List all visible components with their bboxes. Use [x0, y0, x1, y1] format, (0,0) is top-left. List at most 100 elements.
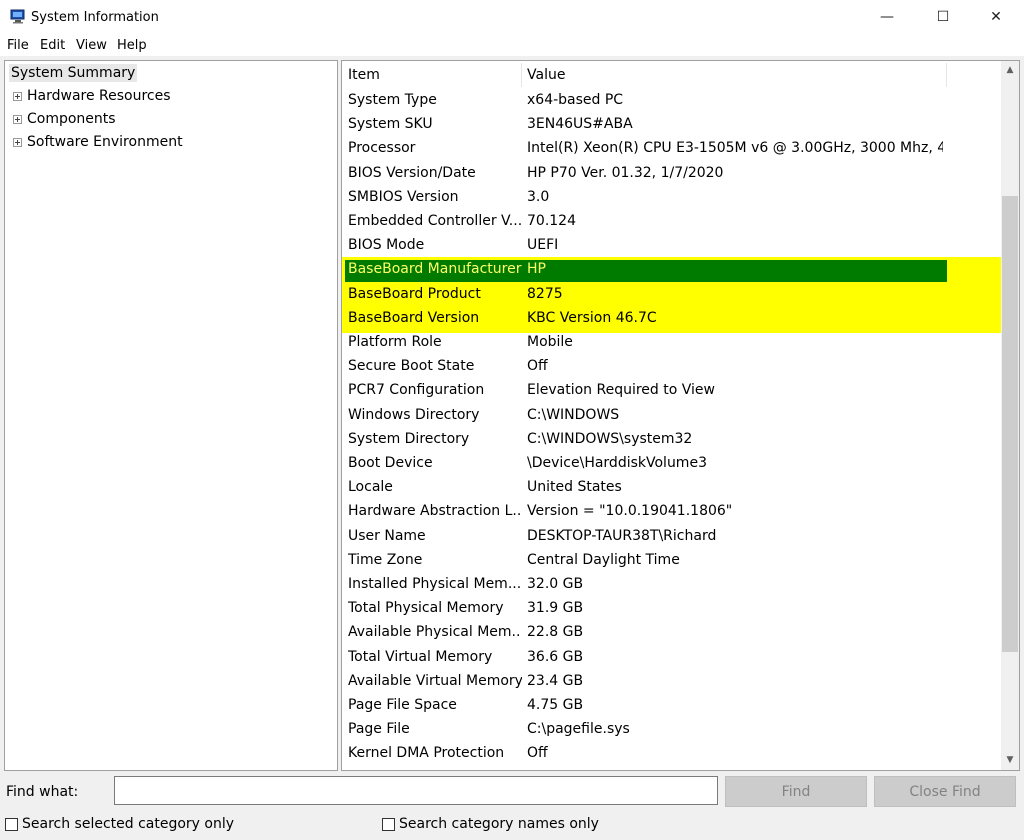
- scroll-up-icon[interactable]: ▲: [1001, 61, 1019, 79]
- table-row[interactable]: Embedded Controller V... 70.124: [342, 210, 1001, 234]
- row-item: Available Physical Mem...: [348, 624, 522, 641]
- row-item: BaseBoard Manufacturer: [348, 261, 522, 278]
- tree-item-label: Components: [27, 111, 116, 127]
- category-tree: System Summary Hardware Resources Compon…: [4, 60, 338, 771]
- table-row[interactable]: User Name DESKTOP-TAUR38T\Richard: [342, 525, 1001, 549]
- table-row[interactable]: Processor Intel(R) Xeon(R) CPU E3-1505M v…: [342, 137, 1001, 161]
- expand-icon[interactable]: [13, 137, 22, 147]
- menu-edit[interactable]: Edit: [40, 38, 65, 53]
- row-item: Boot Device: [348, 455, 433, 471]
- close-icon: ✕: [990, 9, 1002, 25]
- row-value: C:\WINDOWS\system32: [527, 430, 693, 447]
- row-item: System Directory: [348, 430, 470, 447]
- column-header-value[interactable]: Value: [527, 67, 565, 83]
- find-what-label: Find what:: [6, 784, 79, 800]
- table-row[interactable]: BaseBoard Manufacturer HP: [342, 258, 1001, 282]
- table-row[interactable]: System Type x64-based PC: [342, 89, 1001, 113]
- menu-help[interactable]: Help: [117, 38, 147, 53]
- table-row[interactable]: Kernel DMA Protection Off: [342, 742, 1001, 766]
- row-value: C:\WINDOWS: [527, 406, 620, 423]
- row-item: System Type: [348, 92, 437, 108]
- tree-item-label: Hardware Resources: [27, 88, 171, 104]
- search-selected-category-checkbox[interactable]: Search selected category only: [5, 816, 234, 832]
- table-row[interactable]: Hardware Abstraction L... Version = "10.0…: [342, 500, 1001, 524]
- row-item: BaseBoard Product: [348, 285, 481, 302]
- close-window-button[interactable]: ✕: [973, 0, 1019, 34]
- row-item: Total Physical Memory: [348, 600, 504, 617]
- minimize-button[interactable]: —: [864, 0, 910, 34]
- row-value: C:\pagefile.sys: [527, 721, 630, 738]
- minimize-icon: —: [880, 9, 894, 25]
- tree-item-system-summary[interactable]: System Summary: [9, 64, 138, 82]
- scrollbar-thumb[interactable]: [1002, 196, 1018, 652]
- vertical-scrollbar[interactable]: ▲ ▼: [1001, 61, 1019, 770]
- row-value: Intel(R) Xeon(R) CPU E3-1505M v6 @ 3.00G…: [527, 140, 943, 157]
- find-button[interactable]: Find: [725, 776, 867, 807]
- column-header-item[interactable]: Item: [348, 67, 380, 83]
- maximize-button[interactable]: ☐: [920, 0, 966, 34]
- table-row[interactable]: Secure Boot State Off: [342, 355, 1001, 379]
- row-value: Central Daylight Time: [527, 551, 680, 568]
- expand-icon[interactable]: [13, 91, 22, 101]
- row-value: 36.6 GB: [527, 648, 584, 665]
- table-row[interactable]: Windows Directory C:\WINDOWS: [342, 404, 1001, 428]
- row-value: Off: [527, 745, 548, 762]
- scroll-down-icon[interactable]: ▼: [1001, 751, 1019, 769]
- row-value: United States: [527, 479, 622, 496]
- table-row[interactable]: Page File C:\pagefile.sys: [342, 718, 1001, 742]
- table-row[interactable]: System Directory C:\WINDOWS\system32: [342, 428, 1001, 452]
- table-row[interactable]: Page File Space 4.75 GB: [342, 694, 1001, 718]
- row-value: HP: [527, 261, 546, 278]
- system-information-app-icon: [10, 9, 25, 24]
- row-item: PCR7 Configuration: [348, 382, 485, 399]
- column-divider[interactable]: [946, 63, 947, 87]
- table-row[interactable]: Total Virtual Memory 36.6 GB: [342, 646, 1001, 670]
- expand-icon[interactable]: [13, 114, 22, 124]
- table-row[interactable]: System SKU 3EN46US#ABA: [342, 113, 1001, 137]
- row-value: Elevation Required to View: [527, 382, 715, 399]
- row-value: Mobile: [527, 334, 573, 350]
- close-find-button[interactable]: Close Find: [874, 776, 1016, 807]
- checkbox-icon[interactable]: [5, 817, 18, 831]
- row-item: Time Zone: [348, 551, 423, 568]
- row-item: System SKU: [348, 116, 433, 133]
- row-item: BaseBoard Version: [348, 309, 480, 326]
- column-divider[interactable]: [521, 63, 522, 87]
- table-row[interactable]: BIOS Mode UEFI: [342, 234, 1001, 258]
- table-row[interactable]: BaseBoard Version KBC Version 46.7C: [342, 307, 1001, 331]
- row-value: 23.4 GB: [527, 672, 584, 689]
- table-row[interactable]: Available Virtual Memory 23.4 GB: [342, 670, 1001, 694]
- table-row[interactable]: BaseBoard Product 8275: [342, 283, 1001, 307]
- tree-item-software-environment[interactable]: Software Environment: [13, 134, 183, 150]
- row-item: Installed Physical Mem...: [348, 576, 522, 592]
- tree-item-components[interactable]: Components: [13, 111, 116, 127]
- title-bar: System Information — ☐ ✕: [0, 0, 1024, 34]
- search-category-names-checkbox[interactable]: Search category names only: [382, 816, 599, 832]
- table-row[interactable]: Available Physical Mem... 22.8 GB: [342, 621, 1001, 645]
- table-row[interactable]: Platform Role Mobile: [342, 331, 1001, 355]
- list-header: Item Value: [342, 61, 1001, 89]
- row-value: 8275: [527, 285, 563, 302]
- row-item: Locale: [348, 479, 393, 496]
- checkbox-label: Search selected category only: [22, 816, 235, 832]
- tree-item-hardware-resources[interactable]: Hardware Resources: [13, 88, 171, 104]
- table-row[interactable]: PCR7 Configuration Elevation Required to …: [342, 379, 1001, 403]
- table-row[interactable]: Time Zone Central Daylight Time: [342, 549, 1001, 573]
- row-value: DESKTOP-TAUR38T\Richard: [527, 527, 717, 544]
- row-value: KBC Version 46.7C: [527, 309, 657, 326]
- row-item: SMBIOS Version: [348, 188, 459, 205]
- find-what-input[interactable]: [114, 776, 718, 805]
- menu-file[interactable]: File: [7, 38, 29, 53]
- row-item: Available Virtual Memory: [348, 672, 522, 689]
- table-row[interactable]: BIOS Version/Date HP P70 Ver. 01.32, 1/7/…: [342, 162, 1001, 186]
- table-row[interactable]: Installed Physical Mem... 32.0 GB: [342, 573, 1001, 597]
- table-row[interactable]: SMBIOS Version 3.0: [342, 186, 1001, 210]
- menu-view[interactable]: View: [76, 38, 107, 53]
- checkbox-icon[interactable]: [382, 817, 395, 831]
- tree-item-label: Software Environment: [27, 134, 183, 150]
- table-row[interactable]: Locale United States: [342, 476, 1001, 500]
- table-row[interactable]: Total Physical Memory 31.9 GB: [342, 597, 1001, 621]
- table-row[interactable]: Boot Device \Device\HarddiskVolume3: [342, 452, 1001, 476]
- row-item: Platform Role: [348, 334, 442, 350]
- row-item: Secure Boot State: [348, 358, 475, 375]
